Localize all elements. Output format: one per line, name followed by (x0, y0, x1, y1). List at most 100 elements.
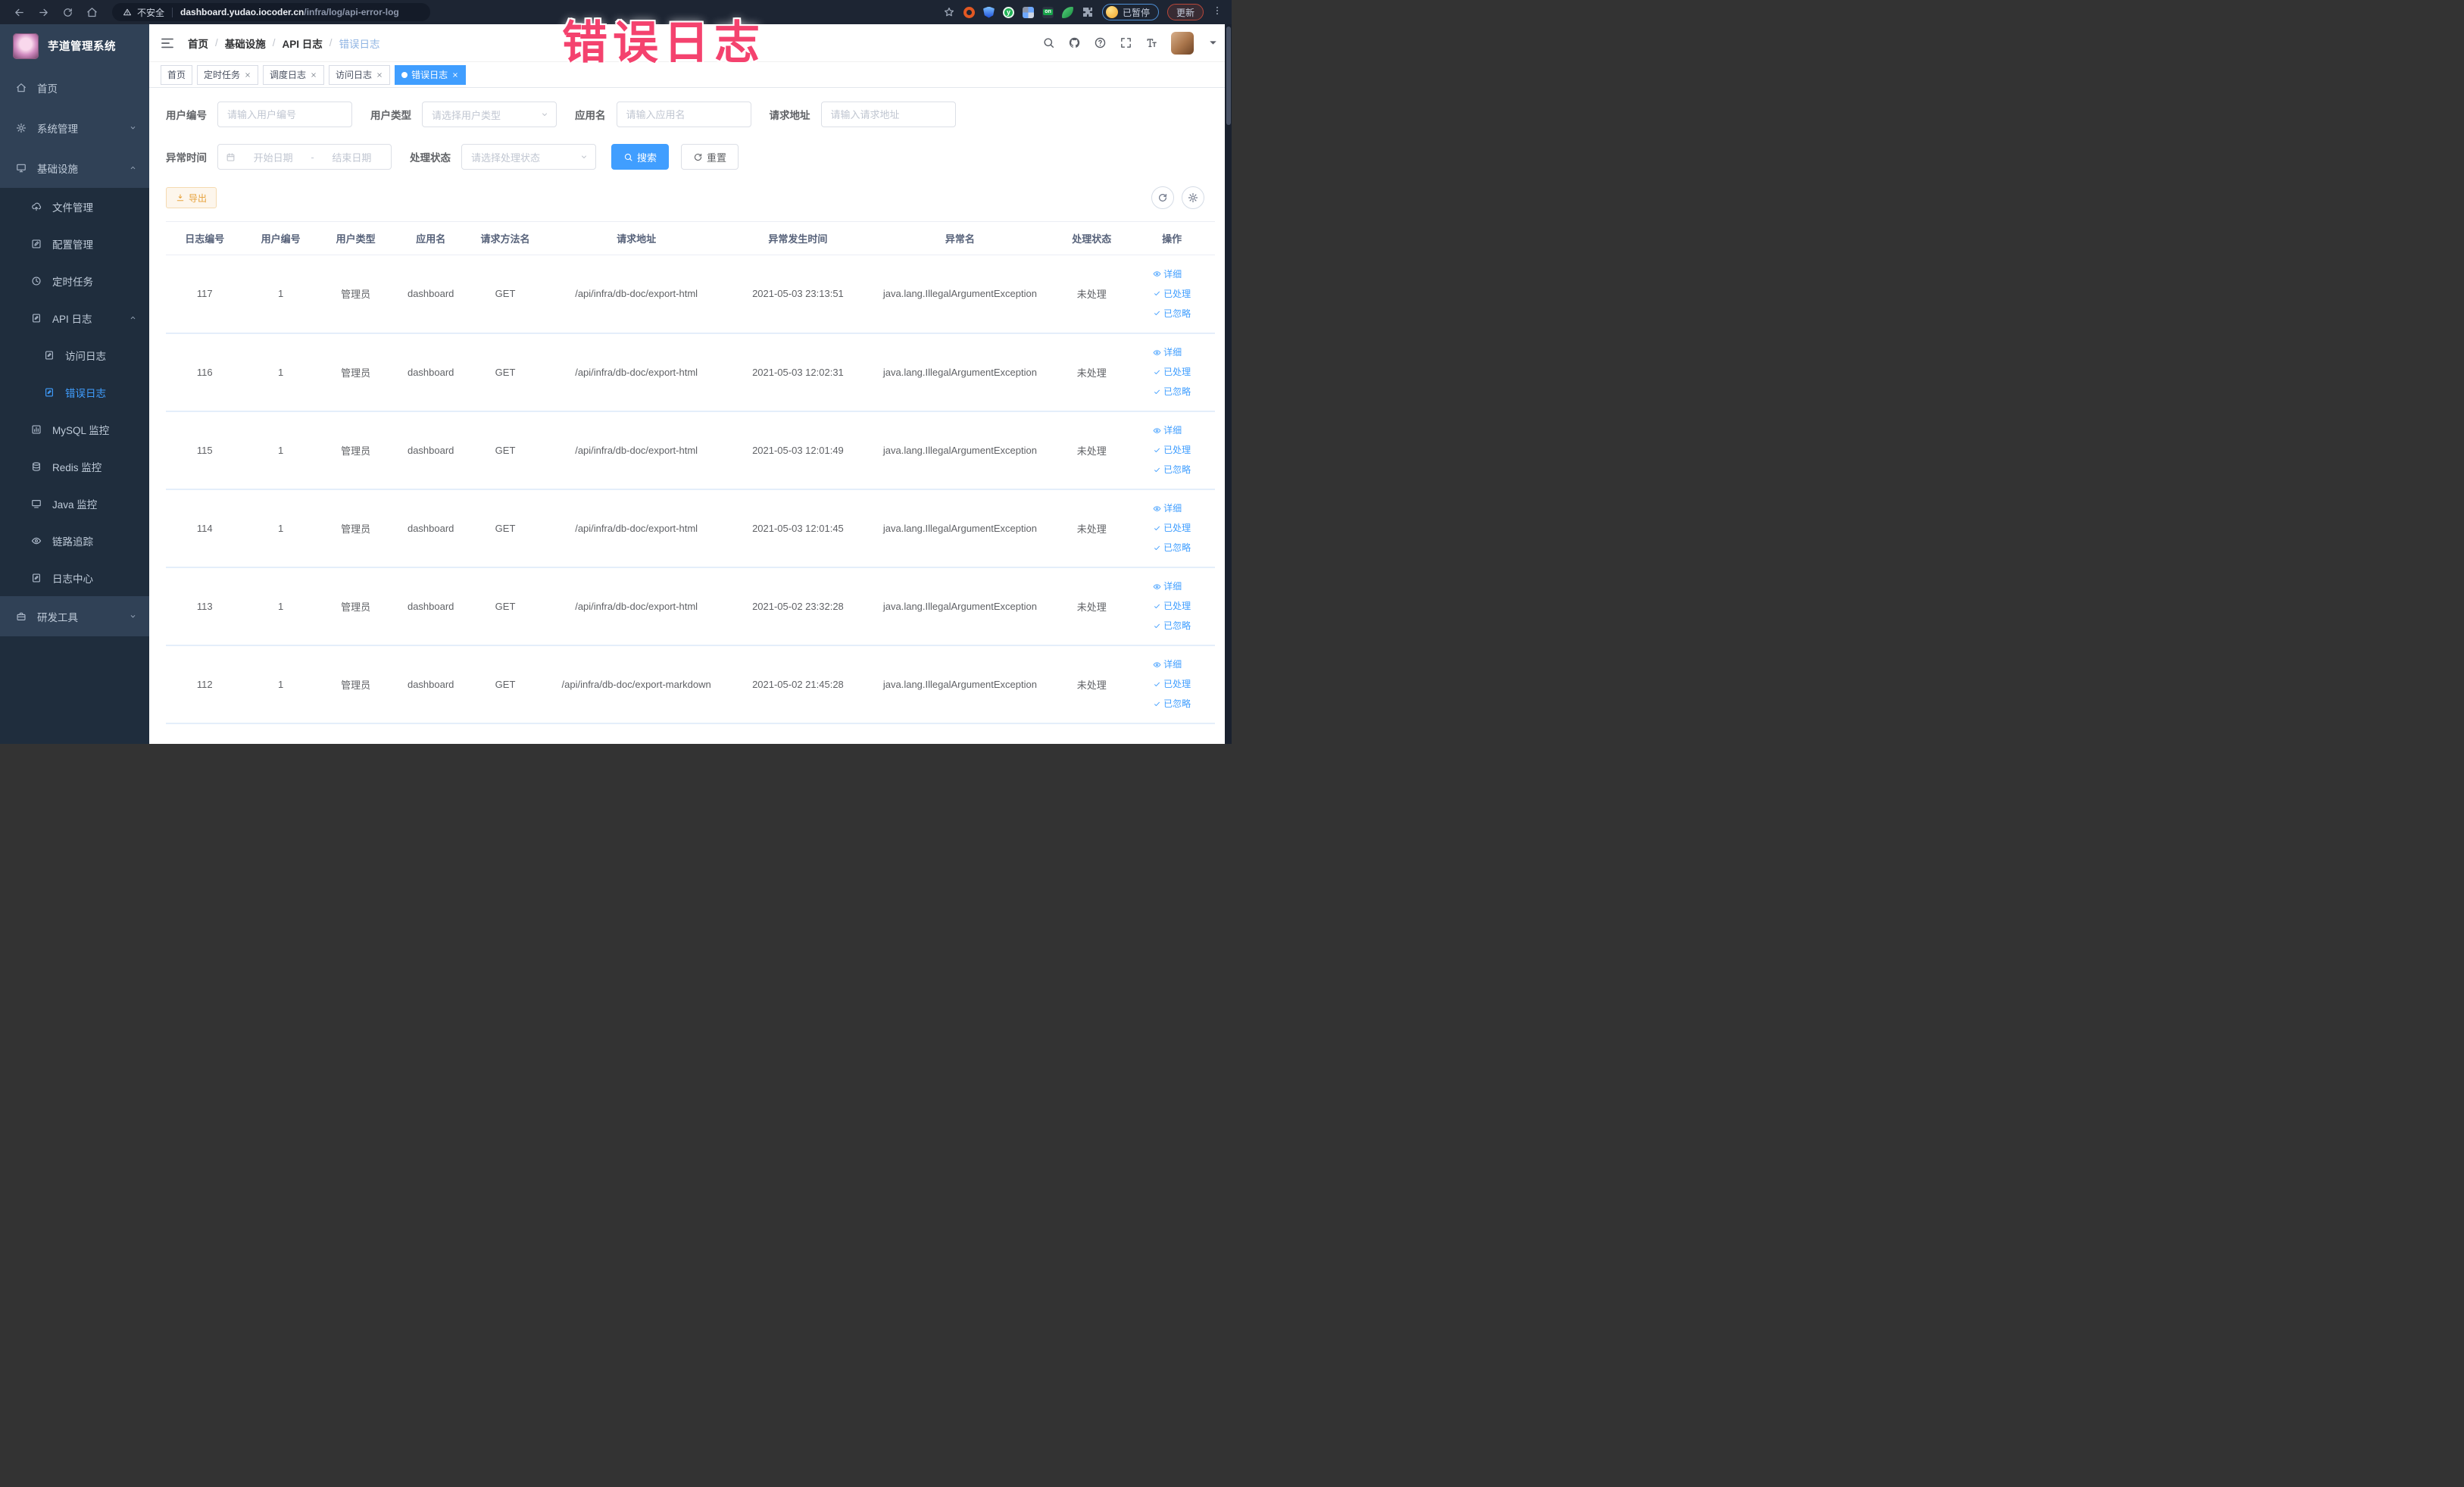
export-button[interactable]: 导出 (166, 187, 217, 208)
extensions-puzzle-icon[interactable] (1082, 6, 1094, 18)
status-select[interactable]: 请选择处理状态 (461, 144, 596, 170)
request-url-input[interactable] (820, 102, 956, 127)
processed-link[interactable]: 已处理 (1153, 674, 1191, 694)
extension-grid-icon[interactable] (1022, 6, 1034, 18)
page-scrollbar[interactable] (1225, 24, 1232, 744)
detail-link[interactable]: 详细 (1153, 498, 1191, 518)
profile-paused-badge[interactable]: 已暂停 (1101, 4, 1159, 20)
sidebar-item-error-log[interactable]: 错误日志 (0, 373, 149, 411)
cell-method: GET (467, 255, 543, 334)
scrollbar-thumb[interactable] (1226, 27, 1231, 125)
ignored-link[interactable]: 已忽略 (1153, 616, 1191, 636)
reload-icon[interactable] (58, 2, 77, 22)
breadcrumb-item[interactable]: 首页 (188, 36, 208, 51)
ignored-link[interactable]: 已忽略 (1153, 304, 1191, 323)
ignored-link[interactable]: 已忽略 (1153, 460, 1191, 480)
user-type-select[interactable]: 请选择用户类型 (422, 102, 557, 127)
close-icon[interactable] (310, 71, 317, 79)
back-icon[interactable] (9, 2, 29, 22)
github-icon[interactable] (1068, 36, 1081, 49)
ignored-link[interactable]: 已忽略 (1153, 694, 1191, 714)
processed-link[interactable]: 已处理 (1153, 596, 1191, 616)
date-range-picker[interactable]: 开始日期 - 结束日期 (217, 144, 392, 170)
cell-method: GET (467, 489, 543, 568)
fullscreen-icon[interactable] (1120, 36, 1132, 49)
logo[interactable]: 芋道管理系统 (0, 24, 149, 67)
eye-icon (1153, 583, 1161, 591)
refresh-table-button[interactable] (1151, 186, 1174, 209)
cell-app: dashboard (393, 645, 468, 724)
sidebar-item-config-mgmt[interactable]: 配置管理 (0, 225, 149, 262)
sidebar-item-home[interactable]: 首页 (0, 67, 149, 108)
address-bar[interactable]: 不安全 dashboard.yudao.iocoder.cn/infra/log… (112, 3, 430, 21)
sidebar-item-system-mgmt[interactable]: 系统管理 (0, 108, 149, 148)
sidebar-item-mysql-monitor[interactable]: MySQL 监控 (0, 411, 149, 448)
extension-green-icon[interactable]: y (1002, 6, 1014, 18)
close-icon[interactable] (244, 71, 251, 79)
download-icon (176, 193, 185, 202)
tab-home[interactable]: 首页 (161, 64, 193, 85)
detail-link[interactable]: 详细 (1153, 576, 1191, 596)
detail-link[interactable]: 详细 (1153, 264, 1191, 284)
sidebar-item-java-monitor[interactable]: Java 监控 (0, 485, 149, 522)
processed-link[interactable]: 已处理 (1153, 440, 1191, 460)
sidebar-item-trace[interactable]: 链路追踪 (0, 522, 149, 559)
navbar-actions (1042, 31, 1220, 55)
column-settings-button[interactable] (1182, 186, 1204, 209)
cloud-upload-icon (31, 201, 42, 212)
user-id-input[interactable] (217, 102, 352, 127)
breadcrumb-item[interactable]: API 日志 (283, 36, 323, 51)
detail-link[interactable]: 详细 (1153, 654, 1191, 674)
close-icon[interactable] (376, 71, 383, 79)
ignored-link[interactable]: 已忽略 (1153, 382, 1191, 401)
tab-access-log[interactable]: 访问日志 (329, 64, 391, 85)
extension-leaf-icon[interactable] (1061, 6, 1073, 18)
chevron-down-icon (579, 152, 589, 161)
detail-link[interactable]: 详细 (1153, 420, 1191, 440)
browser-menu-icon[interactable] (1212, 5, 1223, 20)
processed-link[interactable]: 已处理 (1153, 284, 1191, 304)
tab-job-log[interactable]: 调度日志 (263, 64, 325, 85)
font-size-icon[interactable] (1145, 36, 1158, 49)
eye-icon (1153, 505, 1161, 513)
sidebar-item-scheduled-jobs[interactable]: 定时任务 (0, 262, 149, 299)
sidebar-item-access-log[interactable]: 访问日志 (0, 336, 149, 373)
ignored-link[interactable]: 已忽略 (1153, 538, 1191, 558)
forward-icon[interactable] (33, 2, 53, 22)
app-name-input[interactable] (616, 102, 751, 127)
sidebar-item-file-mgmt[interactable]: 文件管理 (0, 188, 149, 225)
sidebar-item-label: 文件管理 (52, 201, 93, 214)
sidebar-item-api-log[interactable]: API 日志 (0, 299, 149, 336)
cell-id: 116 (166, 333, 244, 412)
processed-link[interactable]: 已处理 (1153, 362, 1191, 382)
close-icon[interactable] (451, 71, 459, 79)
sidebar-item-label: 错误日志 (65, 387, 106, 399)
bookmark-star-icon[interactable] (943, 6, 955, 18)
detail-link[interactable]: 详细 (1153, 342, 1191, 362)
sidebar-item-redis-monitor[interactable]: Redis 监控 (0, 448, 149, 485)
tab-error-log[interactable]: 错误日志 (395, 64, 467, 85)
divider (172, 7, 173, 17)
search-button[interactable]: 搜索 (611, 144, 670, 170)
extension-shield-icon[interactable] (982, 6, 995, 18)
extension-switch-icon[interactable]: on (1042, 6, 1054, 18)
user-avatar[interactable] (1171, 31, 1194, 55)
update-button[interactable]: 更新 (1166, 4, 1204, 20)
tab-job[interactable]: 定时任务 (197, 64, 259, 85)
sidebar-item-dev-tools[interactable]: 研发工具 (0, 596, 149, 636)
sidebar-item-log-center[interactable]: 日志中心 (0, 559, 149, 596)
extension-orange-icon[interactable] (963, 6, 975, 18)
breadcrumb-item[interactable]: 基础设施 (225, 36, 266, 51)
help-icon[interactable] (1094, 36, 1107, 49)
sidebar-item-infrastructure[interactable]: 基础设施 (0, 148, 149, 188)
search-icon[interactable] (1042, 36, 1055, 49)
action-label: 已处理 (1163, 367, 1191, 377)
breadcrumb-item[interactable]: 错误日志 (339, 36, 380, 51)
processed-link[interactable]: 已处理 (1153, 518, 1191, 538)
cell-status: 未处理 (1054, 333, 1129, 412)
check-icon (1153, 622, 1161, 630)
browser-home-icon[interactable] (82, 2, 101, 22)
caret-down-icon[interactable] (1207, 36, 1220, 49)
reset-button[interactable]: 重置 (681, 144, 739, 170)
hamburger-icon[interactable] (160, 36, 175, 51)
